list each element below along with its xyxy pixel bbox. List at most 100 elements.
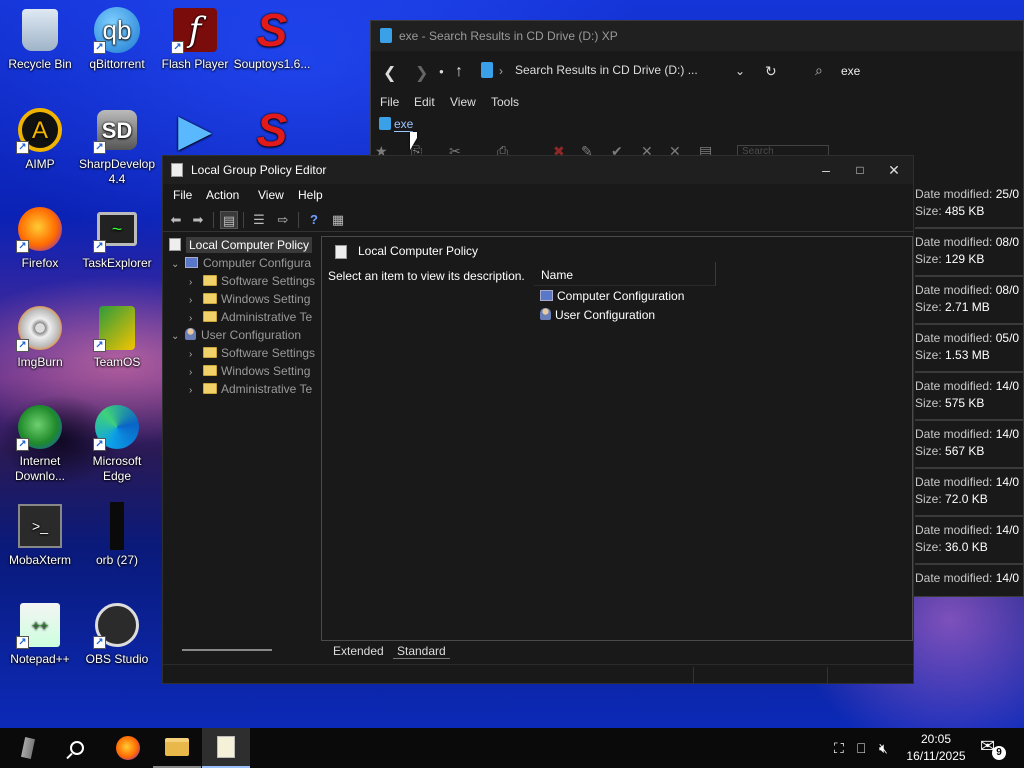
up-arrow-icon[interactable]: ↑ bbox=[455, 63, 463, 81]
tree-node-computer-configuration[interactable]: ⌄ Computer Configura bbox=[171, 254, 311, 272]
gpe-menubar: File Action View Help bbox=[163, 185, 913, 207]
column-header-name[interactable]: Name bbox=[534, 262, 716, 286]
menu-tools[interactable]: Tools bbox=[491, 95, 519, 109]
firefox-icon bbox=[116, 736, 140, 760]
desktop-icon-label: TaskExplorer bbox=[82, 256, 152, 270]
desktop-icon-label: Firefox bbox=[21, 256, 59, 270]
minimize-button[interactable]: – bbox=[809, 159, 843, 181]
recent-dot-icon[interactable]: ● bbox=[439, 67, 444, 76]
tree-node-user-administrative-templates[interactable]: › Administrative Te bbox=[189, 380, 312, 398]
menu-edit[interactable]: Edit bbox=[414, 95, 435, 109]
imgburn-icon: ↗ bbox=[16, 304, 64, 352]
chevron-down-icon[interactable]: ⌄ bbox=[735, 64, 745, 78]
desktop-icon-aimp[interactable]: A ↗ AIMP bbox=[0, 106, 80, 172]
desktop-icon-mobaxterm[interactable]: >_ MobaXterm bbox=[0, 502, 80, 568]
menu-view[interactable]: View bbox=[450, 95, 476, 109]
sharpdevelop-icon: SD ↗ bbox=[93, 106, 141, 154]
group-policy-editor-window[interactable]: Local Group Policy Editor – □ ✕ File Act… bbox=[162, 155, 914, 684]
system-clock[interactable]: 20:05 16/11/2025 bbox=[896, 731, 976, 765]
start-button[interactable] bbox=[4, 728, 52, 768]
back-arrow-icon[interactable]: ⬅ bbox=[167, 211, 185, 229]
desktop-icon-media-player[interactable]: ▶ bbox=[155, 106, 235, 156]
desktop-icon-recycle-bin[interactable]: Recycle Bin bbox=[0, 6, 80, 72]
list-item[interactable]: Date modified: 14/0 bbox=[915, 565, 1024, 596]
list-item-computer-configuration[interactable]: Computer Configuration bbox=[540, 289, 684, 307]
maximize-button[interactable]: □ bbox=[843, 159, 877, 181]
taskbar-file-explorer[interactable] bbox=[153, 728, 201, 768]
taskbar-firefox[interactable] bbox=[104, 728, 152, 768]
export-list-icon[interactable]: ⇨ bbox=[274, 211, 292, 229]
search-folder-icon bbox=[379, 117, 391, 130]
forward-arrow-icon[interactable]: ➡ bbox=[189, 211, 207, 229]
show-action-pane-icon[interactable]: ▦ bbox=[329, 211, 347, 229]
desktop-icon-flash-player[interactable]: f ↗ Flash Player bbox=[155, 6, 235, 72]
explorer-tab[interactable]: exe bbox=[379, 117, 414, 132]
desktop-icon-teamos[interactable]: ↗ TeamOS bbox=[77, 304, 157, 370]
list-item[interactable]: Date modified: 05/0 Size: 1.53 MB bbox=[915, 325, 1024, 373]
desktop-icon-edge[interactable]: ↗ Microsoft Edge bbox=[77, 403, 157, 484]
tab-standard[interactable]: Standard bbox=[393, 644, 450, 659]
list-item[interactable]: Date modified: 14/0 Size: 36.0 KB bbox=[915, 517, 1024, 565]
chevron-right-icon[interactable]: › bbox=[189, 382, 203, 400]
taskbar-group-policy-editor[interactable] bbox=[202, 728, 250, 768]
desktop-icon-obs[interactable]: ↗ OBS Studio bbox=[77, 601, 157, 667]
search-button[interactable] bbox=[53, 728, 101, 768]
back-arrow-icon[interactable]: ❮ bbox=[383, 63, 396, 83]
meet-now-icon[interactable]: ⛶ bbox=[834, 728, 844, 768]
list-item[interactable]: Date modified: 08/0 Size: 129 KB bbox=[915, 229, 1024, 277]
details-pane: Local Computer Policy Select an item to … bbox=[321, 236, 913, 641]
desktop-icon-firefox[interactable]: ↗ Firefox bbox=[0, 205, 80, 271]
network-icon[interactable]: ⎕ bbox=[857, 728, 865, 768]
notification-center-button[interactable]: ✉ 9 bbox=[980, 736, 1006, 760]
gpe-titlebar[interactable]: Local Group Policy Editor – □ ✕ bbox=[163, 156, 913, 184]
desktop-icon-souptoys[interactable]: S Souptoys1.6... bbox=[232, 6, 312, 72]
list-item[interactable]: Date modified: 14/0 Size: 567 KB bbox=[915, 421, 1024, 469]
desktop-icon-label: orb (27) bbox=[95, 553, 139, 567]
tree-node-computer-administrative-templates[interactable]: › Administrative Te bbox=[189, 308, 312, 326]
menu-help[interactable]: Help bbox=[298, 188, 323, 202]
chevron-down-icon[interactable]: ⌄ bbox=[171, 256, 185, 274]
edge-icon: ↗ bbox=[93, 403, 141, 451]
desktop-icon-notepadpp[interactable]: ++ ↗ Notepad++ bbox=[0, 601, 80, 667]
menu-file[interactable]: File bbox=[173, 188, 192, 202]
menu-view[interactable]: View bbox=[258, 188, 284, 202]
tab-extended[interactable]: Extended bbox=[333, 644, 384, 658]
show-hide-tree-icon[interactable]: ▤ bbox=[220, 211, 238, 229]
folder-icon bbox=[203, 293, 217, 304]
desktop-icon-qbittorrent[interactable]: qb ↗ qBittorrent bbox=[77, 6, 157, 72]
list-item-user-configuration[interactable]: User Configuration bbox=[540, 308, 655, 326]
tree-node-local-computer-policy[interactable]: Local Computer Policy bbox=[169, 236, 313, 254]
tree-node-user-configuration[interactable]: ⌄ User Configuration bbox=[171, 326, 301, 344]
close-button[interactable]: ✕ bbox=[877, 159, 911, 181]
tree-node-computer-software-settings[interactable]: › Software Settings bbox=[189, 272, 315, 290]
menu-file[interactable]: File bbox=[380, 95, 399, 109]
help-icon[interactable]: ? bbox=[305, 211, 323, 229]
list-item[interactable]: Date modified: 08/0 Size: 2.71 MB bbox=[915, 277, 1024, 325]
forward-arrow-icon[interactable]: ❯ bbox=[415, 63, 428, 83]
tree-horizontal-scrollbar[interactable] bbox=[182, 649, 272, 651]
list-item[interactable]: Date modified: 14/0 Size: 575 KB bbox=[915, 373, 1024, 421]
search-input[interactable]: exe bbox=[841, 64, 860, 78]
tree-node-user-software-settings[interactable]: › Software Settings bbox=[189, 344, 315, 362]
computer-icon bbox=[540, 290, 553, 301]
chevron-down-icon[interactable]: ⌄ bbox=[171, 328, 185, 346]
tree-node-user-windows-settings[interactable]: › Windows Setting bbox=[189, 362, 310, 380]
properties-icon[interactable]: ☰ bbox=[250, 211, 268, 229]
start-icon bbox=[21, 737, 35, 759]
list-item[interactable]: Date modified: 14/0 Size: 72.0 KB bbox=[915, 469, 1024, 517]
desktop-icon-label: Internet Downlo... bbox=[14, 454, 66, 483]
volume-muted-icon[interactable]: 🔇︎ bbox=[879, 728, 888, 768]
tree-node-computer-windows-settings[interactable]: › Windows Setting bbox=[189, 290, 310, 308]
breadcrumb-chevron-icon: › bbox=[499, 64, 503, 78]
refresh-icon[interactable]: ↻ bbox=[765, 63, 777, 80]
desktop-icon-internet-download-manager[interactable]: ↗ Internet Downlo... bbox=[0, 403, 80, 484]
desktop-icon-sharpdevelop[interactable]: SD ↗ SharpDevelop 4.4 bbox=[77, 106, 157, 187]
address-bar[interactable]: Search Results in CD Drive (D:) ... bbox=[515, 63, 698, 77]
desktop-icon-souptoys-2[interactable]: S bbox=[232, 106, 312, 156]
menu-action[interactable]: Action bbox=[206, 188, 239, 202]
desktop-icon-orb[interactable]: orb (27) bbox=[77, 502, 157, 568]
desktop-icon-imgburn[interactable]: ↗ ImgBurn bbox=[0, 304, 80, 370]
list-item[interactable]: Date modified: 25/0 Size: 485 KB bbox=[915, 181, 1024, 229]
desktop-icon-taskexplorer[interactable]: ~ ↗ TaskExplorer bbox=[77, 205, 157, 271]
explorer-titlebar[interactable]: exe - Search Results in CD Drive (D:) XP bbox=[371, 21, 1023, 51]
